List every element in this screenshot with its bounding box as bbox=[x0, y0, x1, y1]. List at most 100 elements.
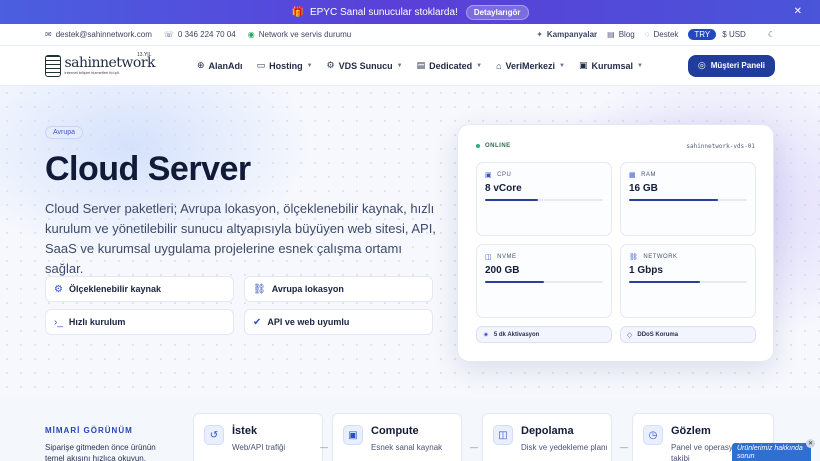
database-icon: ▤ bbox=[416, 60, 426, 70]
top-info-bar: ✉ destek@sahinnetwork.com ☏ 0 346 224 70… bbox=[0, 24, 820, 46]
architecture-description: Siparişe gitmeden önce ürünün temel akış… bbox=[45, 443, 156, 461]
blog-link[interactable]: ▤ Blog bbox=[607, 30, 635, 39]
sparkle-icon: ✦ bbox=[536, 30, 543, 39]
chat-widget[interactable]: Ürünlerimiz hakkında sorun ✕ bbox=[732, 439, 815, 461]
usage-bar bbox=[629, 199, 747, 201]
book-icon: ▤ bbox=[607, 30, 615, 39]
cpu-icon: ▣ bbox=[485, 172, 493, 179]
announcement-text: EPYC Sanal sunucular stoklarda! bbox=[309, 6, 458, 18]
chevron-down-icon: ▼ bbox=[476, 62, 483, 69]
location-tag: Avrupa bbox=[45, 126, 84, 139]
usage-bar bbox=[485, 199, 603, 201]
usage-bar bbox=[485, 281, 603, 283]
logo-mark bbox=[45, 54, 62, 77]
logo-years: 13.YIL bbox=[137, 51, 152, 58]
theme-toggle-icon[interactable]: ☾ bbox=[768, 30, 775, 39]
usage-fill bbox=[485, 281, 544, 283]
server-status-card: ONLINE sahinnetwork-vds-01 ▣ CPU 8 vCore … bbox=[457, 124, 774, 362]
chevron-down-icon: ▼ bbox=[396, 62, 403, 69]
shield-icon: ◇ bbox=[627, 331, 633, 339]
terminal-icon: ›_ bbox=[54, 316, 63, 328]
building-icon: ⌂ bbox=[496, 60, 502, 71]
stat-ram: ▦ RAM 16 GB bbox=[620, 162, 756, 236]
globe-icon: ⊕ bbox=[197, 60, 205, 70]
stat-value: 1 Gbps bbox=[629, 265, 663, 276]
briefcase-icon: ▣ bbox=[578, 60, 588, 70]
stat-cpu: ▣ CPU 8 vCore bbox=[476, 162, 612, 236]
mail-icon: ✉ bbox=[45, 30, 52, 39]
chevron-down-icon: ▼ bbox=[559, 62, 565, 69]
announcement-details-button[interactable]: Detaylarıgör bbox=[465, 4, 529, 20]
hero-section: Avrupa Cloud Server Cloud Server paketle… bbox=[0, 86, 820, 398]
currency-usd[interactable]: $ USD bbox=[722, 30, 746, 39]
status-link[interactable]: ◉ Network ve servis durumu bbox=[248, 30, 351, 39]
main-nav: ⊕ AlanAdı ▭ Hosting ▼ ⚙ VDS Sunucu ▼ ▤ D… bbox=[197, 60, 657, 71]
usage-fill bbox=[629, 199, 718, 201]
status-icon: ◉ bbox=[247, 30, 255, 39]
usage-bar bbox=[629, 281, 747, 283]
stat-nvme: ◫ NVME 200 GB bbox=[476, 244, 612, 318]
support-link[interactable]: ◌ Destek bbox=[645, 30, 679, 39]
architecture-title: MİMARİ GÖRÜNÜM bbox=[45, 426, 133, 435]
server-icon: ▭ bbox=[256, 60, 266, 70]
stat-value: 8 vCore bbox=[485, 183, 522, 194]
network-icon: ⛓ bbox=[253, 283, 266, 295]
chip-ddos: ◇ DDoS Koruma bbox=[620, 326, 756, 343]
chat-close-icon[interactable]: ✕ bbox=[806, 439, 815, 448]
currency-try[interactable]: TRY bbox=[688, 29, 717, 40]
phone-icon: ☏ bbox=[163, 30, 174, 39]
gift-icon: 🎁 bbox=[291, 6, 304, 18]
nav-item-verimerkezi[interactable]: ⌂ VeriMerkezi ▼ bbox=[496, 61, 565, 71]
memory-icon: ▦ bbox=[629, 172, 637, 179]
clock-icon: ◷ bbox=[643, 425, 663, 445]
chip-icon: ▣ bbox=[343, 425, 363, 445]
customer-panel-button[interactable]: ◎ Müşteri Paneli bbox=[687, 54, 775, 77]
online-status: ONLINE bbox=[476, 143, 511, 149]
connector: — bbox=[320, 443, 328, 452]
status-dot bbox=[476, 144, 480, 148]
chip-activation: ✷ 5 dk Aktivasyon bbox=[476, 326, 612, 343]
hero-description: Cloud Server paketleri; Avrupa lokasyon,… bbox=[45, 201, 436, 276]
logo-name: sahinnetwork bbox=[64, 55, 155, 71]
chevron-down-icon: ▼ bbox=[637, 62, 643, 69]
storage-icon: ◫ bbox=[493, 425, 513, 445]
arch-step-compute: ▣ Compute Esnek sanal kaynak bbox=[332, 413, 462, 461]
phone-link[interactable]: ☏ 0 346 224 70 04 bbox=[164, 30, 236, 39]
nav-item-dedicated[interactable]: ▤ Dedicated ▼ bbox=[417, 60, 482, 71]
feature-fast-setup: ›_ Hızlı kurulum bbox=[45, 309, 234, 335]
network-icon: ⛓ bbox=[629, 254, 639, 261]
nav-item-kurumsal[interactable]: ▣ Kurumsal ▼ bbox=[579, 60, 643, 71]
request-icon: ↺ bbox=[204, 425, 224, 445]
disk-icon: ◫ bbox=[485, 254, 493, 261]
connector: — bbox=[620, 443, 628, 452]
architecture-section: MİMARİ GÖRÜNÜM Siparişe gitmeden önce ür… bbox=[0, 398, 820, 461]
server-hostname: sahinnetwork-vds-01 bbox=[686, 143, 755, 150]
logo-subtitle: internet bilişim hizmetleri ltd.şti. bbox=[64, 70, 120, 75]
arch-step-request: ↺ İstek Web/API trafiği bbox=[193, 413, 323, 461]
campaigns-link[interactable]: ✦ Kampanyalar bbox=[536, 30, 597, 39]
nav-item-vds[interactable]: ⚙ VDS Sunucu ▼ bbox=[327, 60, 403, 71]
close-icon[interactable]: ✕ bbox=[794, 6, 802, 17]
usage-fill bbox=[485, 199, 539, 201]
usage-fill bbox=[629, 281, 700, 283]
stat-value: 200 GB bbox=[485, 265, 520, 276]
nav-item-hosting[interactable]: ▭ Hosting ▼ bbox=[257, 60, 313, 71]
email-link[interactable]: ✉ destek@sahinnetwork.com bbox=[45, 30, 152, 39]
chevron-down-icon: ▼ bbox=[306, 62, 313, 69]
feature-location: ⛓ Avrupa lokasyon bbox=[244, 276, 433, 302]
logo[interactable]: sahinnetwork internet bilişim hizmetleri… bbox=[45, 52, 155, 80]
nav-item-alanadi[interactable]: ⊕ AlanAdı bbox=[197, 60, 243, 71]
spark-icon: ✷ bbox=[483, 331, 489, 339]
stat-value: 16 GB bbox=[629, 183, 658, 194]
feature-api: ✔ API ve web uyumlu bbox=[244, 309, 433, 335]
user-icon: ◎ bbox=[697, 60, 706, 70]
announcement-bar: 🎁 EPYC Sanal sunucular stoklarda! Detayl… bbox=[0, 0, 820, 24]
feature-scalable: ⚙ Ölçeklenebilir kaynak bbox=[45, 276, 234, 302]
connector: — bbox=[470, 443, 478, 452]
scale-icon: ⚙ bbox=[54, 283, 63, 295]
arch-step-storage: ◫ Depolama Disk ve yedekleme planı bbox=[482, 413, 612, 461]
page-title: Cloud Server bbox=[45, 150, 251, 188]
check-circle-icon: ✔ bbox=[253, 316, 262, 328]
support-icon: ◌ bbox=[644, 30, 650, 39]
main-header: sahinnetwork internet bilişim hizmetleri… bbox=[0, 46, 820, 86]
